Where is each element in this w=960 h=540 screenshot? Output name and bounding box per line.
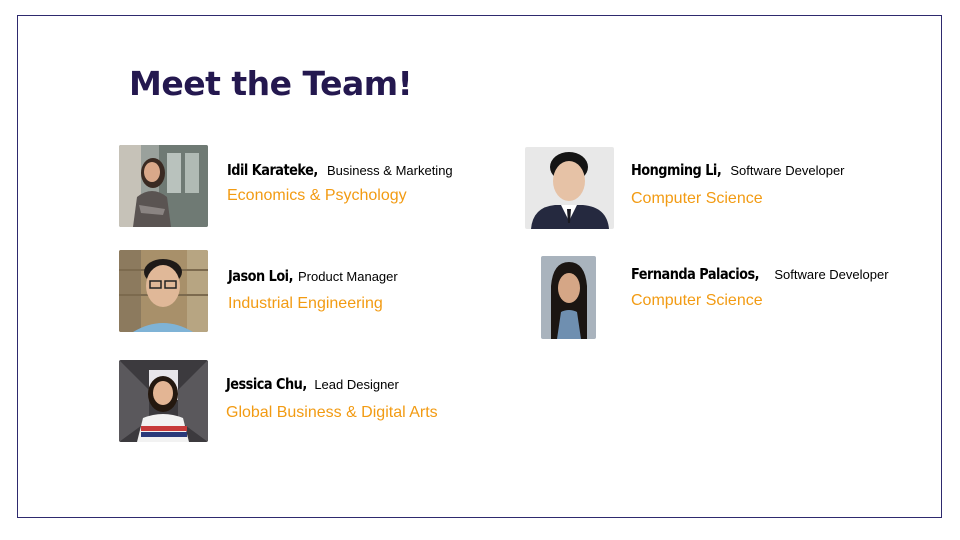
member-name-line: Jason Loi, Product Manager xyxy=(228,269,398,285)
member-role: Product Manager xyxy=(298,269,398,284)
member-name: Jason Loi, xyxy=(228,267,293,285)
member-major: Global Business & Digital Arts xyxy=(226,404,438,421)
member-name: Fernanda Palacios, xyxy=(631,265,760,283)
member-major: Economics & Psychology xyxy=(227,187,407,204)
member-name-line: Hongming Li, Software Developer xyxy=(631,163,845,179)
member-major: Computer Science xyxy=(631,190,763,207)
slide-title: Meet the Team! xyxy=(129,64,413,103)
member-photo-jessica xyxy=(119,360,208,442)
member-name: Hongming Li, xyxy=(631,161,722,179)
member-photo-jason xyxy=(119,250,208,332)
member-name-line: Fernanda Palacios, Software Developer xyxy=(631,267,889,283)
member-role: Business & Marketing xyxy=(326,163,453,178)
member-photo-idil xyxy=(119,145,208,227)
member-photo-hongming xyxy=(525,147,614,229)
member-major: Computer Science xyxy=(631,292,763,309)
member-name: Idil Karateke, xyxy=(227,161,318,179)
member-major: Industrial Engineering xyxy=(228,295,383,312)
member-role: Software Developer xyxy=(774,267,889,282)
member-name-line: Idil Karateke, Business & Marketing xyxy=(227,163,453,179)
member-name: Jessica Chu, xyxy=(226,375,307,393)
member-role: Software Developer xyxy=(730,163,845,178)
member-photo-fernanda xyxy=(541,256,596,339)
member-role: Lead Designer xyxy=(314,377,399,392)
member-name-line: Jessica Chu, Lead Designer xyxy=(226,377,399,393)
